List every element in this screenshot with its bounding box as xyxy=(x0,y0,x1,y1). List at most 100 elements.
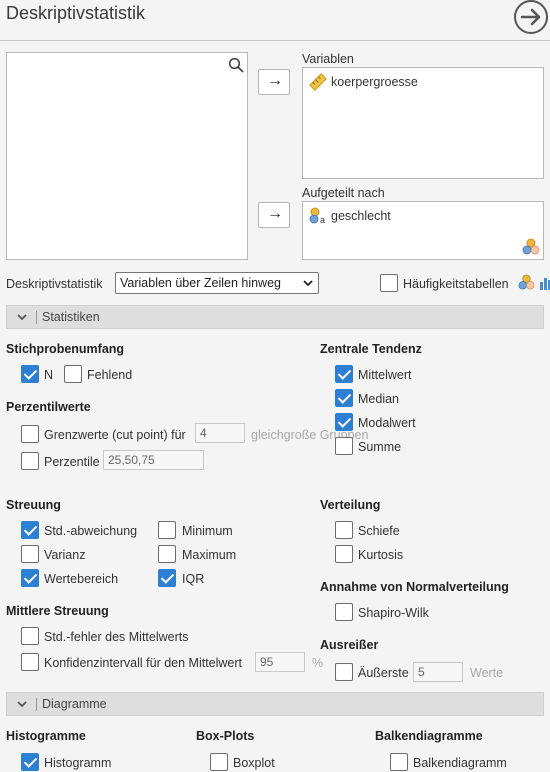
mean-checkbox[interactable] xyxy=(335,365,353,383)
skewness-label: Schiefe xyxy=(358,524,400,538)
move-to-variables-button[interactable]: → xyxy=(258,69,290,95)
skewness-checkbox[interactable] xyxy=(335,521,353,539)
split-by-list[interactable]: a geschlecht xyxy=(302,201,544,260)
percentiles-heading: Perzentilwerte xyxy=(6,400,91,414)
extreme-input[interactable]: 5 xyxy=(413,662,463,682)
boxplots-heading: Box-Plots xyxy=(196,729,255,743)
kurtosis-label: Kurtosis xyxy=(358,548,404,562)
histograms-heading: Histogramme xyxy=(6,729,86,743)
back-button[interactable] xyxy=(514,0,548,34)
section-title: Statistiken xyxy=(42,310,100,324)
normality-heading: Annahme von Normalverteilung xyxy=(320,580,509,594)
barplot-checkbox[interactable] xyxy=(390,753,408,771)
n-label: N xyxy=(44,368,54,382)
boxplot-checkbox[interactable] xyxy=(210,753,228,771)
missing-label: Fehlend xyxy=(87,368,133,382)
barplot-label: Balkendiagramm xyxy=(413,756,507,770)
mode-label: Modalwert xyxy=(358,416,416,430)
range-label: Wertebereich xyxy=(44,572,119,586)
cutpoints-checkbox[interactable] xyxy=(21,425,39,443)
chevron-down-icon xyxy=(303,280,313,287)
ruler-icon xyxy=(309,73,327,91)
shapiro-label: Shapiro-Wilk xyxy=(358,606,429,620)
move-to-split-button[interactable]: → xyxy=(258,202,290,228)
sample-size-heading: Stichprobenumfang xyxy=(6,342,125,356)
divider xyxy=(36,311,37,324)
variable-name: geschlecht xyxy=(331,209,391,223)
variables-label: Variablen xyxy=(302,52,354,66)
se-checkbox[interactable] xyxy=(21,627,39,645)
percentiles-label: Perzentile xyxy=(44,455,100,469)
kurtosis-checkbox[interactable] xyxy=(335,545,353,563)
barplots-heading: Balkendiagramme xyxy=(375,729,483,743)
extreme-label: Äußerste xyxy=(358,666,409,680)
mean-label: Mittelwert xyxy=(358,368,412,382)
section-diagrams-header[interactable]: Diagramme xyxy=(6,692,544,716)
median-label: Median xyxy=(358,392,399,406)
minimum-checkbox[interactable] xyxy=(158,521,176,539)
median-checkbox[interactable] xyxy=(335,389,353,407)
sd-label: Std.-abweichung xyxy=(44,524,138,538)
ci-unit: % xyxy=(312,656,324,670)
sd-checkbox[interactable] xyxy=(21,521,39,539)
ci-input[interactable]: 95 xyxy=(255,652,305,672)
extreme-checkbox[interactable] xyxy=(335,663,353,681)
central-tendency-heading: Zentrale Tendenz xyxy=(320,342,422,356)
histogram-label: Histogramm xyxy=(44,756,112,770)
ci-label: Konfidenzintervall für den Mittelwert xyxy=(44,656,243,670)
split-by-label: Aufgeteilt nach xyxy=(302,186,385,200)
iqr-label: IQR xyxy=(182,572,205,586)
nominal-variable-icon: a xyxy=(309,207,325,225)
extreme-unit: Werte xyxy=(470,666,504,680)
search-icon[interactable] xyxy=(228,57,244,73)
variance-checkbox[interactable] xyxy=(21,545,39,563)
iqr-checkbox[interactable] xyxy=(158,569,176,587)
sum-checkbox[interactable] xyxy=(335,437,353,455)
chevron-down-icon xyxy=(17,314,27,321)
arrow-right-icon: → xyxy=(267,205,283,222)
bar-chart-icon xyxy=(540,278,550,290)
maximum-label: Maximum xyxy=(182,548,237,562)
percentiles-checkbox[interactable] xyxy=(21,452,39,470)
frequency-tables-label: Häufigkeitstabellen xyxy=(403,277,509,291)
arrow-right-icon: → xyxy=(267,72,283,89)
section-title: Diagramme xyxy=(42,697,107,711)
layout-select[interactable]: Variablen über Zeilen hinweg xyxy=(115,272,319,294)
page-title: Deskriptivstatistik xyxy=(6,3,146,23)
histogram-checkbox[interactable] xyxy=(21,753,39,771)
mean-dispersion-heading: Mittlere Streuung xyxy=(6,604,109,618)
distribution-heading: Verteilung xyxy=(320,498,381,512)
layout-label: Deskriptivstatistik xyxy=(6,277,103,291)
sum-label: Summe xyxy=(358,440,402,454)
cutpoints-input[interactable]: 4 xyxy=(195,423,245,443)
outliers-heading: Ausreißer xyxy=(320,638,379,652)
range-checkbox[interactable] xyxy=(21,569,39,587)
percentiles-input[interactable]: 25,50,75 xyxy=(103,450,204,470)
source-variable-list[interactable] xyxy=(6,52,248,260)
ci-checkbox[interactable] xyxy=(21,653,39,671)
nominal-types-icon xyxy=(522,238,540,255)
missing-checkbox[interactable] xyxy=(64,365,82,383)
nominal-types-icon xyxy=(518,274,535,290)
section-statistics-header[interactable]: Statistiken xyxy=(6,305,544,329)
header-divider xyxy=(0,40,550,41)
divider xyxy=(36,698,37,711)
frequency-tables-checkbox[interactable] xyxy=(380,274,398,292)
boxplot-label: Boxplot xyxy=(233,756,275,770)
svg-text:a: a xyxy=(320,215,325,225)
select-value: Variablen über Zeilen hinweg xyxy=(120,276,281,290)
mode-checkbox[interactable] xyxy=(335,413,353,431)
list-item[interactable]: a geschlecht xyxy=(309,207,539,225)
shapiro-checkbox[interactable] xyxy=(335,603,353,621)
n-checkbox[interactable] xyxy=(21,365,39,383)
list-item[interactable]: koerpergroesse xyxy=(309,73,539,91)
variables-list[interactable]: koerpergroesse xyxy=(302,67,544,179)
variable-name: koerpergroesse xyxy=(331,75,418,89)
chevron-down-icon xyxy=(17,701,27,708)
se-label: Std.-fehler des Mittelwerts xyxy=(44,630,189,644)
arrow-right-icon xyxy=(520,8,541,26)
maximum-checkbox[interactable] xyxy=(158,545,176,563)
cutpoints-label: Grenzwerte (cut point) für xyxy=(44,428,186,442)
dispersion-heading: Streuung xyxy=(6,498,61,512)
variance-label: Varianz xyxy=(44,548,86,562)
